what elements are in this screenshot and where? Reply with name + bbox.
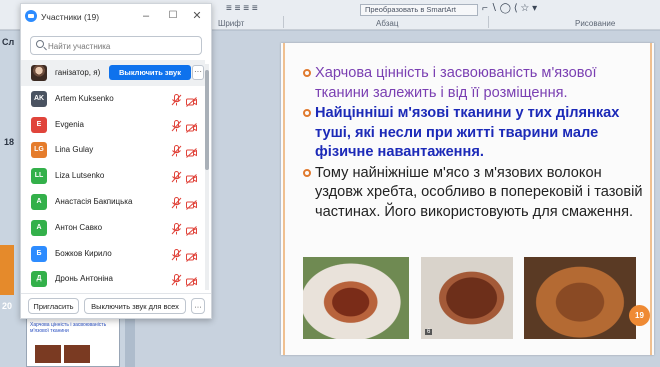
mute-all-button[interactable]: Выключить звук для всех bbox=[84, 298, 186, 314]
participants-title: Участники (19) bbox=[41, 12, 100, 22]
thumbnail-pictures bbox=[35, 345, 93, 367]
slide-number-20: 20 bbox=[2, 301, 13, 311]
scrollbar[interactable] bbox=[205, 64, 209, 290]
participant-name: Artem Kuksenko bbox=[55, 93, 114, 103]
participant-name: Анастасія Бакпицька bbox=[55, 196, 133, 206]
participant-name: Lina Gulay bbox=[55, 145, 94, 155]
participant-row[interactable]: LG Lina Gulay bbox=[21, 137, 205, 163]
roast-meat-photo[interactable]: 6 bbox=[421, 257, 513, 339]
mic-muted-icon[interactable] bbox=[171, 119, 182, 132]
list-icon[interactable]: ≡ ≡ ≡ ≡ bbox=[226, 3, 258, 14]
mic-muted-icon[interactable] bbox=[171, 170, 182, 183]
bullet-circle-icon bbox=[303, 109, 311, 117]
video-off-icon[interactable] bbox=[186, 223, 197, 236]
ribbon-divider bbox=[283, 16, 284, 28]
video-off-icon[interactable] bbox=[186, 94, 197, 107]
mute-button[interactable]: Выключить звук bbox=[109, 65, 191, 80]
fried-meat-photo[interactable] bbox=[524, 257, 636, 339]
avatar: A bbox=[31, 219, 47, 236]
search-icon bbox=[36, 40, 44, 48]
minimize-icon[interactable]: – bbox=[139, 9, 153, 23]
font-group-label: Шрифт bbox=[218, 19, 245, 28]
participant-row[interactable]: A Анастасія Бакпицька bbox=[21, 189, 205, 215]
paragraph-group-label: Абзац bbox=[376, 19, 399, 28]
bullet-item: Найцінніші м'язові тканини у тих ділянка… bbox=[303, 104, 643, 163]
mic-muted-icon[interactable] bbox=[171, 93, 182, 106]
bullet-text: Тому найніжніше м'ясо з м'язових волокон… bbox=[315, 164, 643, 220]
slide-number-18: 18 bbox=[4, 137, 15, 147]
participant-row[interactable]: E Evgenia bbox=[21, 112, 205, 138]
smartart-button[interactable]: Преобразовать в SmartArt bbox=[360, 4, 478, 16]
avatar bbox=[31, 65, 47, 81]
participant-name: Дронь Антоніна bbox=[55, 274, 113, 284]
video-off-icon[interactable] bbox=[186, 145, 197, 159]
maximize-icon[interactable]: ☐ bbox=[166, 9, 180, 23]
bullet-circle-icon bbox=[303, 168, 311, 177]
video-off-icon[interactable] bbox=[186, 249, 197, 262]
search-input[interactable] bbox=[48, 39, 198, 53]
participant-name: Evgenia bbox=[55, 119, 84, 129]
participant-name: Антон Савко bbox=[55, 222, 103, 232]
participant-name: ганізатор, я) bbox=[55, 68, 101, 77]
video-off-icon[interactable] bbox=[186, 120, 197, 133]
avatar: LG bbox=[31, 142, 47, 159]
invite-button[interactable]: Пригласить bbox=[28, 298, 79, 314]
bullet-text: Найцінніші м'язові тканини у тих ділянка… bbox=[315, 105, 620, 160]
selected-thumbnail-marker bbox=[0, 245, 14, 295]
footer-more-button[interactable]: ··· bbox=[191, 298, 205, 314]
steak-photo[interactable] bbox=[303, 257, 409, 339]
mic-muted-icon[interactable] bbox=[171, 273, 182, 286]
avatar: Д bbox=[31, 271, 47, 288]
participants-titlebar[interactable]: Участники (19) – ☐ ✕ bbox=[21, 4, 211, 30]
pane-tab-label[interactable]: Сл bbox=[2, 37, 14, 47]
bullet-item: Тому найніжніше м'ясо з м'язових волокон… bbox=[303, 164, 643, 223]
slide-thumbnail-20[interactable]: Харчова цінність і засвоюваність м'язово… bbox=[26, 318, 120, 367]
avatar: E bbox=[31, 116, 47, 133]
mic-muted-icon[interactable] bbox=[171, 144, 182, 157]
participant-row[interactable]: Д Дронь Антоніна bbox=[21, 266, 205, 292]
slide-border-right bbox=[650, 43, 652, 355]
mic-muted-icon[interactable] bbox=[171, 196, 182, 209]
participant-search[interactable] bbox=[30, 36, 202, 55]
video-off-icon[interactable] bbox=[186, 171, 197, 185]
participant-row[interactable]: Б Божков Кирило bbox=[21, 241, 205, 267]
participant-name: Liza Lutsenko bbox=[55, 171, 105, 181]
video-off-icon[interactable] bbox=[186, 197, 197, 210]
participant-name: Божков Кирило bbox=[55, 248, 112, 258]
mic-muted-icon[interactable] bbox=[171, 248, 182, 261]
scrollbar-thumb[interactable] bbox=[205, 70, 209, 170]
participant-row[interactable]: A Антон Савко bbox=[21, 215, 205, 241]
participant-more-button[interactable]: ··· bbox=[192, 65, 204, 80]
participant-row[interactable]: LL Liza Lutsenko bbox=[21, 163, 205, 189]
ribbon-divider bbox=[488, 16, 489, 28]
participant-row-host[interactable]: ганізатор, я) Выключить звук ··· bbox=[21, 60, 205, 86]
video-off-icon[interactable] bbox=[186, 274, 197, 288]
thumbnail-text: Харчова цінність і засвоюваність м'язово… bbox=[30, 322, 107, 334]
participant-row[interactable]: AK Artem Kuksenko bbox=[21, 86, 205, 112]
participants-panel: Участники (19) – ☐ ✕ ганізатор, я) Выклю… bbox=[20, 3, 212, 319]
bullet-text: Харчова цінність і засвоюваність м'язово… bbox=[315, 65, 597, 101]
bullet-circle-icon bbox=[303, 69, 311, 77]
slide[interactable]: Харчова цінність і засвоюваність м'язово… bbox=[281, 43, 654, 355]
slide-text-box[interactable]: Харчова цінність і засвоюваність м'язово… bbox=[303, 64, 643, 223]
slide-border-left bbox=[283, 43, 285, 355]
zoom-logo-icon bbox=[25, 10, 37, 22]
avatar: Б bbox=[31, 245, 47, 262]
participants-footer: Пригласить Выключить звук для всех ··· bbox=[21, 293, 211, 318]
participant-list: ганізатор, я) Выключить звук ··· AK Artem… bbox=[21, 60, 205, 292]
avatar: A bbox=[31, 193, 47, 210]
mic-muted-icon[interactable] bbox=[171, 222, 182, 235]
avatar: LL bbox=[31, 168, 47, 185]
slide-page-number: 19 bbox=[629, 305, 650, 326]
avatar: AK bbox=[31, 90, 47, 107]
shapes-icon[interactable]: ⌐ ∖ ◯ ⟨ ☆ ▾ bbox=[482, 3, 537, 14]
close-icon[interactable]: ✕ bbox=[190, 9, 204, 23]
photo-caption: 6 bbox=[425, 329, 433, 335]
drawing-group-label: Рисование bbox=[575, 19, 616, 28]
bullet-item: Харчова цінність і засвоюваність м'язово… bbox=[303, 64, 643, 103]
